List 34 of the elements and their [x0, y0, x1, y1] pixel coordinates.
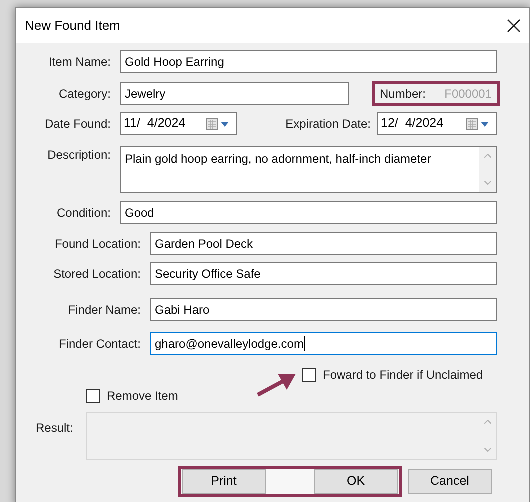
- condition-field[interactable]: Good: [120, 201, 497, 224]
- finder-contact-field[interactable]: gharo@onevalleylodge.com: [150, 332, 497, 355]
- expiration-date-picker[interactable]: 12/ 4/2024: [377, 112, 497, 135]
- forward-checkbox[interactable]: [302, 368, 316, 382]
- field-label: Description:: [48, 147, 111, 164]
- print-button[interactable]: Print: [182, 469, 266, 494]
- number-display: Number: F000001: [372, 81, 500, 106]
- window-title: New Found Item: [25, 16, 122, 35]
- field-label: Stored Location:: [54, 266, 141, 282]
- checkbox-label: Remove Item: [107, 388, 178, 405]
- item-name-field[interactable]: Gold Hoop Earring: [120, 50, 497, 73]
- calendar-dropdown-icon[interactable]: [206, 118, 232, 130]
- field-label: Condition:: [56, 204, 111, 222]
- calendar-dropdown-icon[interactable]: [466, 118, 492, 130]
- stored-location-field[interactable]: Security Office Safe: [150, 262, 497, 285]
- cancel-button[interactable]: Cancel: [408, 469, 492, 494]
- checkbox-label: Foward to Finder if Unclaimed: [323, 367, 484, 384]
- scrollbar[interactable]: [479, 147, 496, 192]
- category-field[interactable]: Jewelry: [120, 82, 349, 105]
- field-label: Expiration Date:: [286, 116, 371, 132]
- field-label: Category:: [58, 86, 111, 102]
- ok-button[interactable]: OK: [314, 469, 398, 494]
- close-icon[interactable]: [507, 18, 521, 32]
- field-label: Finder Name:: [68, 302, 141, 318]
- field-label: Finder Contact:: [58, 336, 141, 352]
- finder-name-field[interactable]: Gabi Haro: [150, 298, 497, 321]
- field-label: Date Found:: [44, 116, 111, 132]
- field-label: Found Location:: [54, 236, 141, 252]
- date-found-picker[interactable]: 11/ 4/2024: [120, 112, 237, 135]
- field-label: Item Name:: [48, 54, 111, 70]
- remove-item-checkbox[interactable]: [86, 389, 100, 403]
- description-field[interactable]: Plain gold hoop earring, no adornment, half-inch diameter: [120, 146, 497, 193]
- found-location-field[interactable]: Garden Pool Deck: [150, 232, 497, 255]
- field-label: Result:: [36, 421, 74, 435]
